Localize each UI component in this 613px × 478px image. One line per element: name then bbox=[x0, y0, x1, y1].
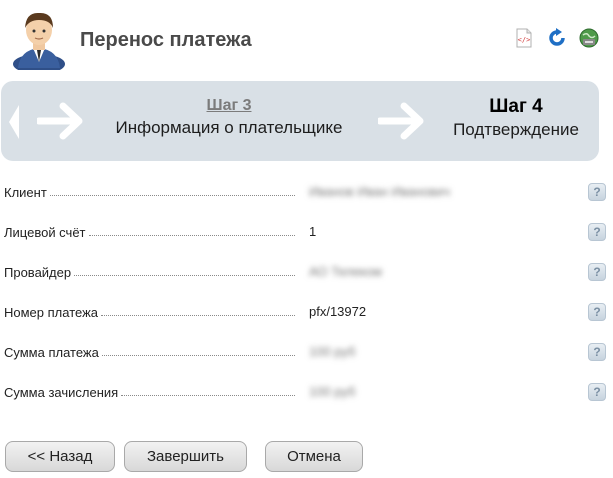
step-current-description: Подтверждение bbox=[453, 120, 579, 139]
row-value: pfx/13972 bbox=[309, 304, 367, 319]
globe-icon[interactable] bbox=[578, 27, 600, 49]
step-previous[interactable]: Шаг 3 Информация о плательщике bbox=[101, 97, 357, 138]
step-previous-title[interactable]: Шаг 3 bbox=[101, 97, 357, 115]
step-current: Шаг 4 Подтверждение bbox=[441, 96, 591, 140]
svg-text:</>: </> bbox=[518, 36, 531, 44]
help-icon[interactable]: ? bbox=[588, 303, 606, 321]
arrow-left-icon bbox=[9, 105, 19, 139]
help-icon[interactable]: ? bbox=[588, 223, 606, 241]
cancel-button[interactable]: Отмена bbox=[265, 441, 363, 472]
refresh-icon[interactable] bbox=[546, 27, 568, 49]
row-payment-number: Номер платежа pfx/13972 ? bbox=[0, 297, 613, 327]
row-value: Иванов Иван Иванович bbox=[309, 184, 451, 199]
row-provider: Провайдер АО Телеком ? bbox=[0, 257, 613, 287]
arrow-right-icon bbox=[378, 102, 424, 140]
row-value: АО Телеком bbox=[309, 264, 382, 279]
help-icon[interactable]: ? bbox=[588, 343, 606, 361]
step-current-title: Шаг 4 bbox=[489, 96, 543, 117]
help-icon[interactable]: ? bbox=[588, 383, 606, 401]
header: Перенос платежа </> bbox=[0, 0, 613, 78]
row-payment-amount: Сумма платежа 100 руб ? bbox=[0, 337, 613, 367]
row-value: 100 руб bbox=[309, 384, 356, 399]
row-label: Сумма зачисления bbox=[4, 384, 119, 400]
row-value: 1 bbox=[309, 224, 317, 239]
page-title: Перенос платежа bbox=[80, 29, 252, 51]
row-value: 100 руб bbox=[309, 344, 356, 359]
back-button[interactable]: << Назад bbox=[5, 441, 115, 472]
help-icon[interactable]: ? bbox=[588, 263, 606, 281]
row-label: Клиент bbox=[4, 184, 47, 200]
row-label: Сумма платежа bbox=[4, 344, 99, 360]
row-label: Номер платежа bbox=[4, 304, 99, 320]
step-previous-description: Информация о плательщике bbox=[115, 118, 343, 137]
help-icon[interactable]: ? bbox=[588, 183, 606, 201]
row-label: Провайдер bbox=[4, 264, 72, 280]
row-credit-amount: Сумма зачисления 100 руб ? bbox=[0, 377, 613, 407]
row-client: Клиент Иванов Иван Иванович ? bbox=[0, 177, 613, 207]
finish-button[interactable]: Завершить bbox=[124, 441, 247, 472]
row-account: Лицевой счёт 1 ? bbox=[0, 217, 613, 247]
row-label: Лицевой счёт bbox=[4, 224, 86, 240]
arrow-right-icon bbox=[37, 102, 83, 140]
user-avatar-icon bbox=[13, 12, 65, 70]
wizard-steps-banner: Шаг 3 Информация о плательщике Шаг 4 Под… bbox=[1, 81, 599, 161]
code-icon[interactable]: </> bbox=[513, 27, 535, 49]
